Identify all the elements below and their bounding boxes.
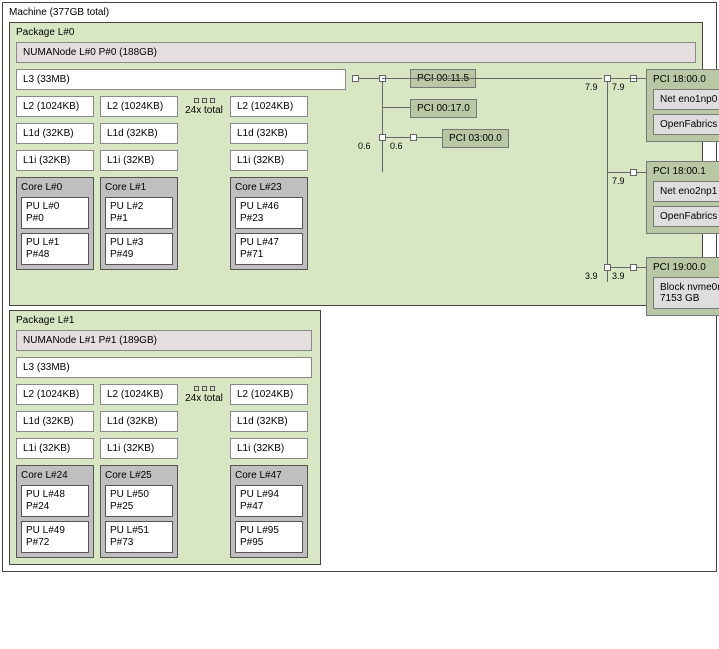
package-1: Package L#1 NUMANode L#1 P#1 (189GB) L3 … (9, 310, 321, 565)
pkg1-core-25: Core L#25 PU L#50 P#25 PU L#51 P#73 (100, 465, 178, 558)
pkg0-core-0: Core L#0 PU L#0 P#0 PU L#1 P#48 (16, 177, 94, 270)
pkg0-core-23: Core L#23 PU L#46 P#23 PU L#47 P#71 (230, 177, 308, 270)
numa-0: NUMANode L#0 P#0 (188GB) (16, 42, 696, 63)
machine-title: Machine (377GB total) (9, 7, 710, 18)
pkg1-l1i-0: L1i (32KB) (16, 438, 94, 459)
pkg0-l1d-1: L1d (32KB) (100, 123, 178, 144)
pu: PU L#51 P#73 (105, 521, 173, 553)
machine-box: Machine (377GB total) Package L#0 NUMANo… (2, 2, 717, 572)
pu: PU L#48 P#24 (21, 485, 89, 517)
pkg0-l3: L3 (33MB) (16, 69, 346, 90)
device: Block nvme0n1 7153 GB (653, 277, 719, 309)
pkg1-l1d-1: L1d (32KB) (100, 411, 178, 432)
device: Net eno1np0 (653, 89, 719, 110)
bw: 0.6 (358, 141, 371, 151)
pci-00-17-0: PCI 00:17.0 (410, 99, 477, 118)
ellipsis-1-text: 24x total (185, 393, 223, 404)
pu: PU L#0 P#0 (21, 197, 89, 229)
pu: PU L#49 P#72 (21, 521, 89, 553)
numa-1: NUMANode L#1 P#1 (189GB) (16, 330, 312, 351)
pkg0-l2-1: L2 (1024KB) (100, 96, 178, 117)
pkg1-core-47: Core L#47 PU L#94 P#47 PU L#95 P#95 (230, 465, 308, 558)
bw: 7.9 (585, 82, 598, 92)
device: OpenFabrics mlx5_1 (653, 206, 719, 227)
ellipsis-0-text: 24x total (185, 105, 223, 116)
package-0-title: Package L#0 (16, 27, 696, 38)
pu: PU L#1 P#48 (21, 233, 89, 265)
device: OpenFabrics mlx5_0 (653, 114, 719, 135)
pkg0-l1i-1: L1i (32KB) (100, 150, 178, 171)
package-1-title: Package L#1 (16, 315, 314, 326)
bw: 7.9 (612, 176, 625, 186)
pci-03-00-0: PCI 03:00.0 (442, 129, 509, 148)
core-label: Core L#25 (105, 470, 173, 481)
bw: 3.9 (585, 271, 598, 281)
package-0-cache-cores: L3 (33MB) L2 (1024KB) L2 (1024KB) 24x to… (16, 69, 346, 270)
bw: 7.9 (612, 82, 625, 92)
bw: 0.6 (390, 141, 403, 151)
pkg1-l2-2: L2 (1024KB) (230, 384, 308, 405)
core-label: Core L#47 (235, 470, 303, 481)
pci-title: PCI 18:00.1 (653, 166, 719, 177)
pkg1-l2-0: L2 (1024KB) (16, 384, 94, 405)
ellipsis-1: 24x total (184, 384, 224, 404)
core-label: Core L#23 (235, 182, 303, 193)
pkg0-l2-2: L2 (1024KB) (230, 96, 308, 117)
ellipsis-0: 24x total (184, 96, 224, 116)
pkg0-core-1: Core L#1 PU L#2 P#1 PU L#3 P#49 (100, 177, 178, 270)
pu: PU L#2 P#1 (105, 197, 173, 229)
core-label: Core L#24 (21, 470, 89, 481)
pkg1-l1d-2: L1d (32KB) (230, 411, 308, 432)
pu: PU L#46 P#23 (235, 197, 303, 229)
pu: PU L#47 P#71 (235, 233, 303, 265)
pci-title: PCI 19:00.0 (653, 262, 719, 273)
pkg1-l1i-2: L1i (32KB) (230, 438, 308, 459)
pu: PU L#94 P#47 (235, 485, 303, 517)
pci-tree: PCI 00:11.5 PCI 00:17.0 0.6 0.6 PCI 03:0… (352, 69, 696, 299)
pkg1-l3: L3 (33MB) (16, 357, 312, 378)
pci-18-00-0: PCI 18:00.0 Net eno1np0 OpenFabrics mlx5… (646, 69, 719, 142)
bw: 3.9 (612, 271, 625, 281)
pkg1-l1i-1: L1i (32KB) (100, 438, 178, 459)
pu: PU L#95 P#95 (235, 521, 303, 553)
pci-18-00-1: PCI 18:00.1 Net eno2np1 OpenFabrics mlx5… (646, 161, 719, 234)
core-label: Core L#1 (105, 182, 173, 193)
package-0: Package L#0 NUMANode L#0 P#0 (188GB) L3 … (9, 22, 703, 306)
pkg1-core-24: Core L#24 PU L#48 P#24 PU L#49 P#72 (16, 465, 94, 558)
pci-title: PCI 18:00.0 (653, 74, 719, 85)
core-label: Core L#0 (21, 182, 89, 193)
device: Net eno2np1 (653, 181, 719, 202)
pkg0-l2-0: L2 (1024KB) (16, 96, 94, 117)
pkg0-l1i-2: L1i (32KB) (230, 150, 308, 171)
pkg0-l1d-2: L1d (32KB) (230, 123, 308, 144)
pci-19-00-0: PCI 19:00.0 Block nvme0n1 7153 GB (646, 257, 719, 316)
pkg0-l1d-0: L1d (32KB) (16, 123, 94, 144)
pkg0-l1i-0: L1i (32KB) (16, 150, 94, 171)
pu: PU L#3 P#49 (105, 233, 173, 265)
pkg1-l2-1: L2 (1024KB) (100, 384, 178, 405)
pu: PU L#50 P#25 (105, 485, 173, 517)
pkg1-l1d-0: L1d (32KB) (16, 411, 94, 432)
